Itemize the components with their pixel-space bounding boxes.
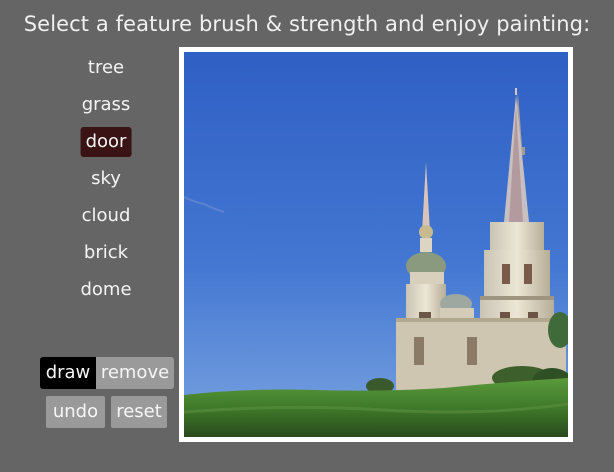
painting-canvas[interactable] — [179, 47, 573, 442]
brush-tree[interactable]: tree — [83, 53, 129, 83]
brush-sky[interactable]: sky — [86, 164, 126, 194]
reset-button[interactable]: reset — [111, 396, 167, 428]
page-title: Select a feature brush & strength and en… — [23, 12, 591, 36]
painting-image[interactable] — [184, 52, 568, 437]
brush-grass[interactable]: grass — [77, 90, 136, 120]
brush-dome[interactable]: dome — [75, 275, 136, 305]
brush-cloud[interactable]: cloud — [77, 201, 136, 231]
brush-door[interactable]: door — [80, 127, 132, 157]
undo-button[interactable]: undo — [46, 396, 105, 428]
brush-brick[interactable]: brick — [79, 238, 133, 268]
draw-button[interactable]: draw — [40, 357, 96, 389]
remove-button[interactable]: remove — [96, 357, 174, 389]
